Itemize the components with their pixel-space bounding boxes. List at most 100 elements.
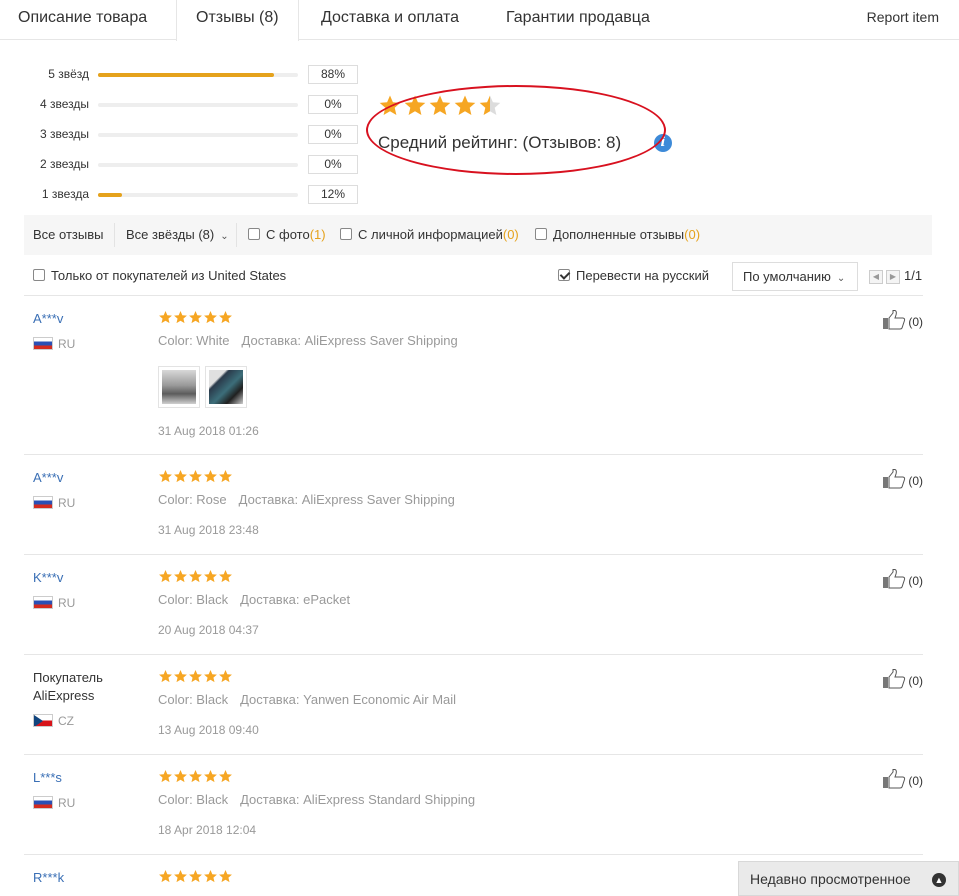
review-stars [158, 869, 238, 885]
review-color: Color: Rose [158, 492, 227, 507]
chevron-up-icon[interactable]: ▲ [932, 873, 946, 887]
histogram-label: 2 звезды [39, 157, 89, 171]
sort-dropdown[interactable]: По умолчанию ⌄ [732, 262, 858, 291]
review-meta: Color: Black Доставка: Yanwen Economic Ai… [158, 692, 468, 708]
flag-ru-icon [33, 337, 53, 350]
filter-personal-info[interactable]: С личной информацией(0) [340, 215, 519, 255]
star-icon [188, 469, 203, 484]
like-button[interactable]: (0) [882, 310, 923, 335]
reviewer-country-code: RU [58, 596, 76, 610]
like-count: (0) [908, 774, 923, 788]
like-count: (0) [908, 674, 923, 688]
like-button[interactable]: (0) [882, 669, 923, 694]
filter-only-country-label: Только от покупателей из United States [51, 268, 287, 283]
divider [236, 223, 237, 247]
chevron-down-icon: ⌄ [836, 273, 846, 284]
next-page-button[interactable]: ▶ [886, 270, 900, 284]
histogram-bar [98, 133, 298, 137]
review-item: A***v RU Color: White Доставка: AliExpres… [24, 310, 923, 454]
divider [24, 454, 923, 455]
tab-reviews[interactable]: Отзывы (8) [176, 0, 299, 41]
review-item: K***v RU Color: Black Доставка: ePacket 2… [24, 569, 923, 654]
star-icon [158, 310, 173, 325]
star-icon [203, 669, 218, 684]
checkbox-checked[interactable] [558, 269, 570, 281]
star-icon [203, 769, 218, 784]
checkbox[interactable] [535, 228, 547, 240]
histogram-label: 4 звезды [39, 97, 89, 111]
reviewer-name[interactable]: A***v [33, 469, 63, 487]
histogram-row-5[interactable]: 5 звёзд 88% [0, 65, 370, 86]
reviewer-name[interactable]: L***s [33, 769, 62, 787]
filter-additional-label: Дополненные отзывы [553, 227, 685, 242]
reviewer-country: CZ [33, 713, 74, 729]
filter-with-photo[interactable]: С фото(1) [248, 215, 326, 255]
star-icon [188, 869, 203, 884]
checkbox[interactable] [33, 269, 45, 281]
histogram-percent: 0% [308, 125, 358, 144]
histogram-row-1[interactable]: 1 звезда 12% [0, 185, 370, 206]
histogram-bar [98, 163, 298, 167]
star-icon [158, 469, 173, 484]
average-rating-stars [378, 94, 508, 120]
reviewer-name[interactable]: A***v [33, 310, 63, 328]
histogram-row-2[interactable]: 2 звезды 0% [0, 155, 370, 176]
divider [24, 295, 923, 296]
recently-viewed-panel[interactable]: Недавно просмотренное ▲ [738, 861, 959, 896]
filter-with-photo-count: (1) [309, 227, 326, 242]
histogram-label: 1 звезда [41, 187, 89, 201]
like-count: (0) [908, 574, 923, 588]
like-button[interactable]: (0) [882, 769, 923, 794]
star-icon [203, 869, 218, 884]
histogram-row-3[interactable]: 3 звезды 0% [0, 125, 370, 146]
prev-page-button[interactable]: ◀ [869, 270, 883, 284]
reviewer-name: Покупатель AliExpress [33, 670, 103, 703]
checkbox[interactable] [340, 228, 352, 240]
star-icon [203, 310, 218, 325]
histogram-bar [98, 103, 298, 107]
reviewer-country: RU [33, 595, 75, 611]
star-icon [378, 94, 402, 118]
review-filter-bar: Все отзывы Все звёзды (8) ⌄ С фото(1) С л… [24, 215, 932, 255]
review-delivery: Доставка: AliExpress Standard Shipping [240, 792, 476, 807]
reviewer-name[interactable]: K***v [33, 569, 63, 587]
star-icon [203, 469, 218, 484]
thumbs-up-icon [882, 310, 906, 335]
reviewer-country-code: RU [58, 496, 76, 510]
reviewer-name[interactable]: R***k [33, 869, 64, 887]
star-icon [478, 94, 502, 118]
review-color: Color: White [158, 333, 230, 348]
checkbox[interactable] [248, 228, 260, 240]
review-photo[interactable] [205, 366, 247, 408]
review-meta: Color: Black Доставка: AliExpress Standar… [158, 792, 487, 808]
star-icon [173, 469, 188, 484]
like-button[interactable]: (0) [882, 569, 923, 594]
info-icon[interactable]: i [654, 134, 672, 152]
histogram-percent: 0% [308, 155, 358, 174]
filter-additional-reviews[interactable]: Дополненные отзывы(0) [535, 215, 700, 255]
filter-only-country[interactable]: Только от покупателей из United States [33, 262, 286, 290]
review-date: 13 Aug 2018 09:40 [158, 723, 259, 737]
histogram-row-4[interactable]: 4 звезды 0% [0, 95, 370, 116]
review-stars [158, 669, 238, 685]
star-icon [428, 94, 452, 118]
review-color: Color: Black [158, 592, 229, 607]
translate-toggle[interactable]: Перевести на русский [558, 262, 709, 290]
filter-all-reviews[interactable]: Все отзывы [33, 215, 103, 255]
histogram-label: 5 звёзд [48, 67, 89, 81]
review-delivery: Доставка: Yanwen Economic Air Mail [240, 692, 457, 707]
translate-label: Перевести на русский [576, 268, 710, 283]
review-meta: Color: Black Доставка: ePacket [158, 592, 362, 608]
tab-description[interactable]: Описание товара [18, 0, 147, 40]
report-item-link[interactable]: Report item [867, 0, 939, 34]
star-icon [218, 869, 233, 884]
star-icon [218, 569, 233, 584]
chevron-down-icon: ⌄ [220, 231, 229, 242]
histogram-bar [98, 193, 298, 197]
review-photo[interactable] [158, 366, 200, 408]
review-date: 18 Apr 2018 12:04 [158, 823, 257, 837]
tab-shipping[interactable]: Доставка и оплата [321, 0, 459, 40]
filter-star-dropdown[interactable]: Все звёзды (8) ⌄ [126, 215, 229, 257]
tab-guarantees[interactable]: Гарантии продавца [506, 0, 650, 40]
like-button[interactable]: (0) [882, 469, 923, 494]
